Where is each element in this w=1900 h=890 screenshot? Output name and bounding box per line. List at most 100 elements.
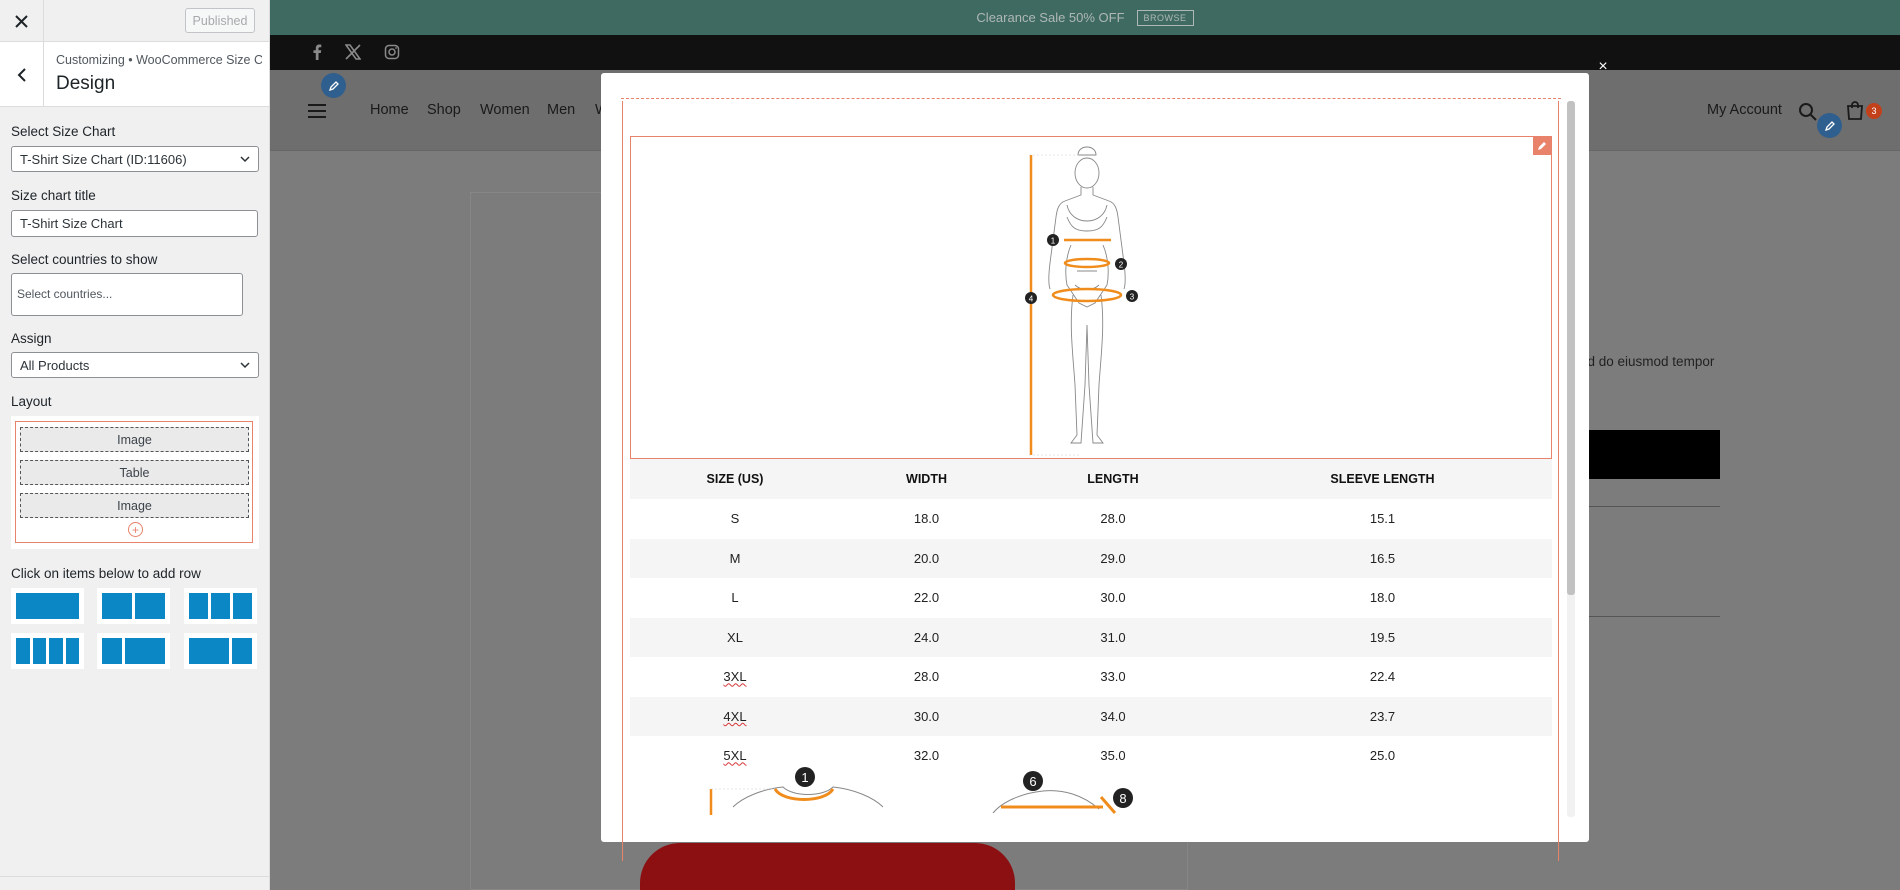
nav-men[interactable]: Men (547, 102, 575, 118)
marker-2: 2 (1119, 261, 1124, 270)
layout-builder: Image Table Image + (11, 416, 259, 549)
divider (621, 98, 1561, 99)
product-description: ed do eiusmod tempor (1580, 354, 1715, 369)
row-option-1-col[interactable] (11, 588, 84, 624)
edit-shortcut-icon[interactable] (1817, 113, 1842, 138)
column-header: LENGTH (1013, 459, 1213, 499)
table-row: L 22.0 30.0 18.0 (630, 578, 1552, 618)
body-measurement-figure: 1 2 3 4 (1025, 146, 1138, 456)
table-cell: 18.0 (1369, 590, 1396, 606)
x-twitter-icon[interactable] (344, 44, 362, 65)
layout-item-table[interactable]: Table (20, 460, 249, 485)
table-cell: 20.0 (840, 538, 1013, 578)
table-cell: S (730, 511, 740, 527)
divider (0, 876, 269, 877)
table-cell: 30.0 (840, 696, 1013, 736)
table-row: 4XL 30.0 34.0 23.7 (630, 696, 1552, 736)
table-cell: M (630, 538, 840, 578)
garment-measurement-figure: 1 6 8 (709, 767, 1133, 815)
table-cell: 3XL (723, 669, 747, 685)
table-cell: 34.0 (1013, 696, 1213, 736)
breadcrumb: Customizing • WooCommerce Size C... (56, 53, 262, 67)
table-row: S 18.0 28.0 15.1 (630, 499, 1552, 539)
row-option-3-col[interactable] (184, 588, 257, 624)
column-header: SIZE (US) (630, 459, 840, 499)
row-option-2-1-col[interactable] (184, 633, 257, 669)
layout-item-image[interactable]: Image (20, 493, 249, 518)
add-item-icon[interactable]: + (128, 522, 143, 537)
layout-item-image[interactable]: Image (20, 427, 249, 452)
table-cell: XL (630, 617, 840, 657)
browse-button[interactable]: BROWSE (1136, 9, 1194, 26)
table-cell: 31.0 (1013, 617, 1213, 657)
add-to-cart-button[interactable] (1580, 430, 1720, 479)
marker-8: 8 (1119, 791, 1126, 806)
input-value: T-Shirt Size Chart (20, 216, 123, 231)
chevron-down-icon (240, 362, 250, 369)
chevron-down-icon (240, 156, 250, 163)
assign-select[interactable]: All Products (11, 352, 259, 378)
table-cell: 30.0 (1100, 590, 1126, 606)
cart-icon[interactable] (1845, 101, 1865, 126)
marker-1: 1 (1051, 237, 1056, 246)
layout-label: Layout (11, 394, 52, 409)
cart-count-badge: 3 (1866, 103, 1882, 119)
my-account-link[interactable]: My Account (1707, 102, 1782, 118)
social-bar (270, 35, 1900, 70)
customizer-header: Published (0, 0, 269, 42)
add-row-label: Click on items below to add row (11, 566, 201, 581)
section-header: Customizing • WooCommerce Size C... Desi… (0, 42, 269, 107)
table-cell: 33.0 (1100, 669, 1126, 685)
table-row: M 20.0 29.0 16.5 (630, 538, 1552, 578)
size-chart-title-label: Size chart title (11, 188, 96, 203)
close-icon (15, 14, 28, 28)
nav-shop[interactable]: Shop (427, 102, 461, 118)
select-size-chart-label: Select Size Chart (11, 124, 116, 139)
select-value: T-Shirt Size Chart (ID:11606) (20, 151, 187, 167)
marker-4: 4 (1029, 295, 1034, 304)
nav-women[interactable]: Women (480, 102, 530, 118)
size-table: SIZE (US) WIDTH LENGTH SLEEVE LENGTH S 1… (630, 459, 1552, 776)
edit-shortcut-icon[interactable] (321, 73, 346, 98)
table-row: 3XL 28.0 33.0 22.4 (630, 657, 1552, 697)
row-option-2-col[interactable] (97, 588, 170, 624)
close-customizer-button[interactable] (0, 0, 44, 42)
column-header: SLEEVE LENGTH (1213, 459, 1552, 499)
customizer-sidebar: Published Customizing • WooCommerce Size… (0, 0, 270, 890)
instagram-icon[interactable] (384, 44, 400, 65)
modal-scrollbar-thumb[interactable] (1567, 101, 1575, 595)
countries-placeholder: Select countries... (17, 287, 113, 301)
table-cell: 22.0 (913, 590, 940, 606)
edit-icon[interactable] (1533, 137, 1551, 155)
back-button[interactable] (0, 42, 44, 107)
countries-select[interactable]: Select countries... (11, 273, 243, 316)
close-icon[interactable]: × (1593, 57, 1613, 77)
table-cell: 28.0 (1100, 511, 1126, 527)
marker-3: 3 (1130, 293, 1135, 302)
table-row: XL 24.0 31.0 19.5 (630, 617, 1552, 657)
marker-1: 1 (801, 770, 808, 785)
nav-home[interactable]: Home (370, 102, 409, 118)
row-option-4-col[interactable] (11, 633, 84, 669)
table-cell: 29.0 (1013, 538, 1213, 578)
published-button[interactable]: Published (185, 8, 255, 33)
countries-label: Select countries to show (11, 252, 158, 267)
marker-6: 6 (1029, 774, 1036, 789)
table-cell: 24.0 (840, 617, 1013, 657)
assign-label: Assign (11, 331, 52, 346)
row-option-1-2-col[interactable] (97, 633, 170, 669)
menu-icon[interactable] (308, 104, 326, 122)
layout-row: Image Table Image + (15, 421, 253, 543)
search-icon[interactable] (1798, 102, 1818, 127)
divider (1580, 616, 1720, 617)
table-cell: 23.7 (1213, 696, 1552, 736)
table-cell: 25.0 (1369, 748, 1396, 764)
chevron-left-icon (17, 67, 26, 82)
size-chart-select[interactable]: T-Shirt Size Chart (ID:11606) (11, 146, 259, 172)
facebook-icon[interactable] (312, 44, 322, 65)
size-chart-title-input[interactable]: T-Shirt Size Chart (11, 210, 258, 237)
table-cell: L (731, 590, 739, 606)
promo-text: Clearance Sale 50% OFF (976, 10, 1125, 25)
section-title: Design (56, 73, 116, 94)
size-chart-image: 1 2 3 4 (630, 136, 1552, 459)
